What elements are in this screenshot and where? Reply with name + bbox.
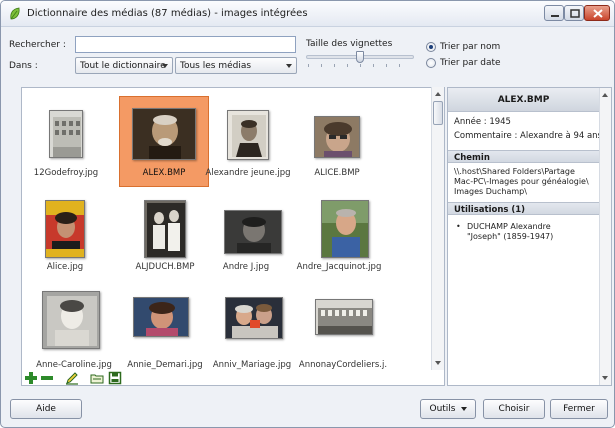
usage-entry[interactable]: DUCHAMP Alexandre "Joseph" (1859-1947) bbox=[467, 222, 587, 242]
minimize-button[interactable] bbox=[544, 5, 564, 21]
choose-button-label: Choisir bbox=[498, 404, 530, 414]
media-tile[interactable]: AnnonayCordeliers.j. bbox=[299, 288, 412, 378]
close-window-button[interactable] bbox=[584, 5, 610, 21]
scroll-down-arrow-icon[interactable] bbox=[602, 376, 608, 380]
slider-ticks bbox=[308, 64, 412, 67]
thumbnail-size-label: Taille des vignettes bbox=[306, 39, 393, 49]
add-icon[interactable] bbox=[24, 371, 38, 385]
details-path: \\.host\Shared Folders\Partage Mac-PC\-I… bbox=[454, 167, 589, 196]
media-caption: Andre_Jacquinot.jpg bbox=[296, 262, 382, 272]
media-dictionary-window: Dictionnaire des médias (87 médias) - im… bbox=[0, 0, 615, 428]
tools-button[interactable]: Outils bbox=[420, 399, 476, 419]
details-title: ALEX.BMP bbox=[448, 88, 599, 112]
maximize-button[interactable] bbox=[564, 5, 584, 21]
dictionary-scope-value: Tout le dictionnaire bbox=[80, 61, 166, 71]
media-type-select[interactable]: Tous les médias bbox=[175, 57, 297, 74]
media-thumbnail bbox=[49, 110, 83, 158]
title-bar: Dictionnaire des médias (87 médias) - im… bbox=[1, 1, 614, 27]
media-tile[interactable]: ALICE.BMP bbox=[314, 96, 414, 186]
chevron-down-icon bbox=[460, 406, 467, 411]
save-icon[interactable] bbox=[108, 371, 122, 385]
sort-by-name-radio[interactable] bbox=[426, 42, 436, 52]
media-thumbnail bbox=[314, 116, 360, 158]
scroll-up-arrow-icon[interactable] bbox=[435, 92, 441, 96]
close-icon bbox=[593, 9, 603, 18]
media-thumbnail bbox=[225, 297, 283, 339]
window-title: Dictionnaire des médias (87 médias) - im… bbox=[27, 8, 308, 19]
close-button[interactable]: Fermer bbox=[550, 399, 608, 419]
choose-button[interactable]: Choisir bbox=[483, 399, 545, 419]
chevron-down-icon bbox=[162, 64, 168, 68]
media-thumbnail bbox=[224, 210, 282, 254]
search-input[interactable] bbox=[75, 36, 296, 53]
media-thumbnail bbox=[45, 200, 85, 258]
minimize-icon bbox=[551, 15, 559, 17]
bullet: • bbox=[456, 222, 461, 231]
media-thumbnail bbox=[315, 299, 373, 335]
help-button-label: Aide bbox=[36, 404, 56, 414]
details-scrollbar[interactable] bbox=[599, 88, 611, 385]
media-thumbnail bbox=[321, 200, 369, 258]
media-thumbnail bbox=[132, 108, 196, 160]
media-thumbnail bbox=[144, 200, 186, 258]
details-path-heading: Chemin bbox=[448, 150, 599, 163]
sort-by-date-label[interactable]: Trier par date bbox=[440, 58, 501, 68]
dictionary-scope-select[interactable]: Tout le dictionnaire bbox=[75, 57, 173, 74]
help-button[interactable]: Aide bbox=[10, 399, 82, 419]
remove-icon[interactable] bbox=[40, 371, 54, 385]
edit-icon[interactable] bbox=[65, 371, 79, 385]
sort-by-date-radio[interactable] bbox=[426, 58, 436, 68]
thumbnail-size-slider-thumb[interactable] bbox=[356, 51, 364, 63]
media-thumbnail bbox=[227, 110, 269, 160]
details-year: Année : 1945 bbox=[454, 117, 511, 127]
scope-label: Dans : bbox=[9, 61, 38, 71]
folder-icon[interactable] bbox=[90, 371, 104, 385]
chevron-down-icon bbox=[286, 64, 292, 68]
sort-by-name-label[interactable]: Trier par nom bbox=[440, 42, 500, 52]
media-gallery: 12Godefroy.jpg ALEX.BMP Alexandre jeune.… bbox=[21, 87, 445, 386]
maximize-icon bbox=[570, 9, 580, 18]
media-caption: AnnonayCordeliers.j. bbox=[298, 360, 388, 370]
media-thumbnail bbox=[133, 297, 189, 337]
scroll-down-arrow-icon[interactable] bbox=[435, 361, 441, 365]
details-usages-heading: Utilisations (1) bbox=[448, 202, 599, 215]
media-tile[interactable]: Andre_Jacquinot.jpg bbox=[297, 190, 418, 280]
media-type-value: Tous les médias bbox=[180, 61, 252, 71]
gallery-scrollbar-thumb[interactable] bbox=[433, 101, 443, 125]
leaf-icon bbox=[10, 7, 20, 20]
media-details-panel: ALEX.BMP Année : 1945 Commentaire : Alex… bbox=[447, 87, 612, 386]
gallery-scrollbar[interactable] bbox=[431, 87, 444, 370]
media-thumbnail bbox=[42, 291, 100, 349]
tools-button-label: Outils bbox=[429, 404, 456, 414]
search-label: Rechercher : bbox=[9, 40, 66, 50]
close-button-label: Fermer bbox=[563, 404, 595, 414]
media-caption: ALICE.BMP bbox=[314, 168, 360, 178]
scroll-up-arrow-icon[interactable] bbox=[602, 93, 608, 97]
details-comment: Commentaire : Alexandre à 94 ans bbox=[454, 131, 602, 141]
